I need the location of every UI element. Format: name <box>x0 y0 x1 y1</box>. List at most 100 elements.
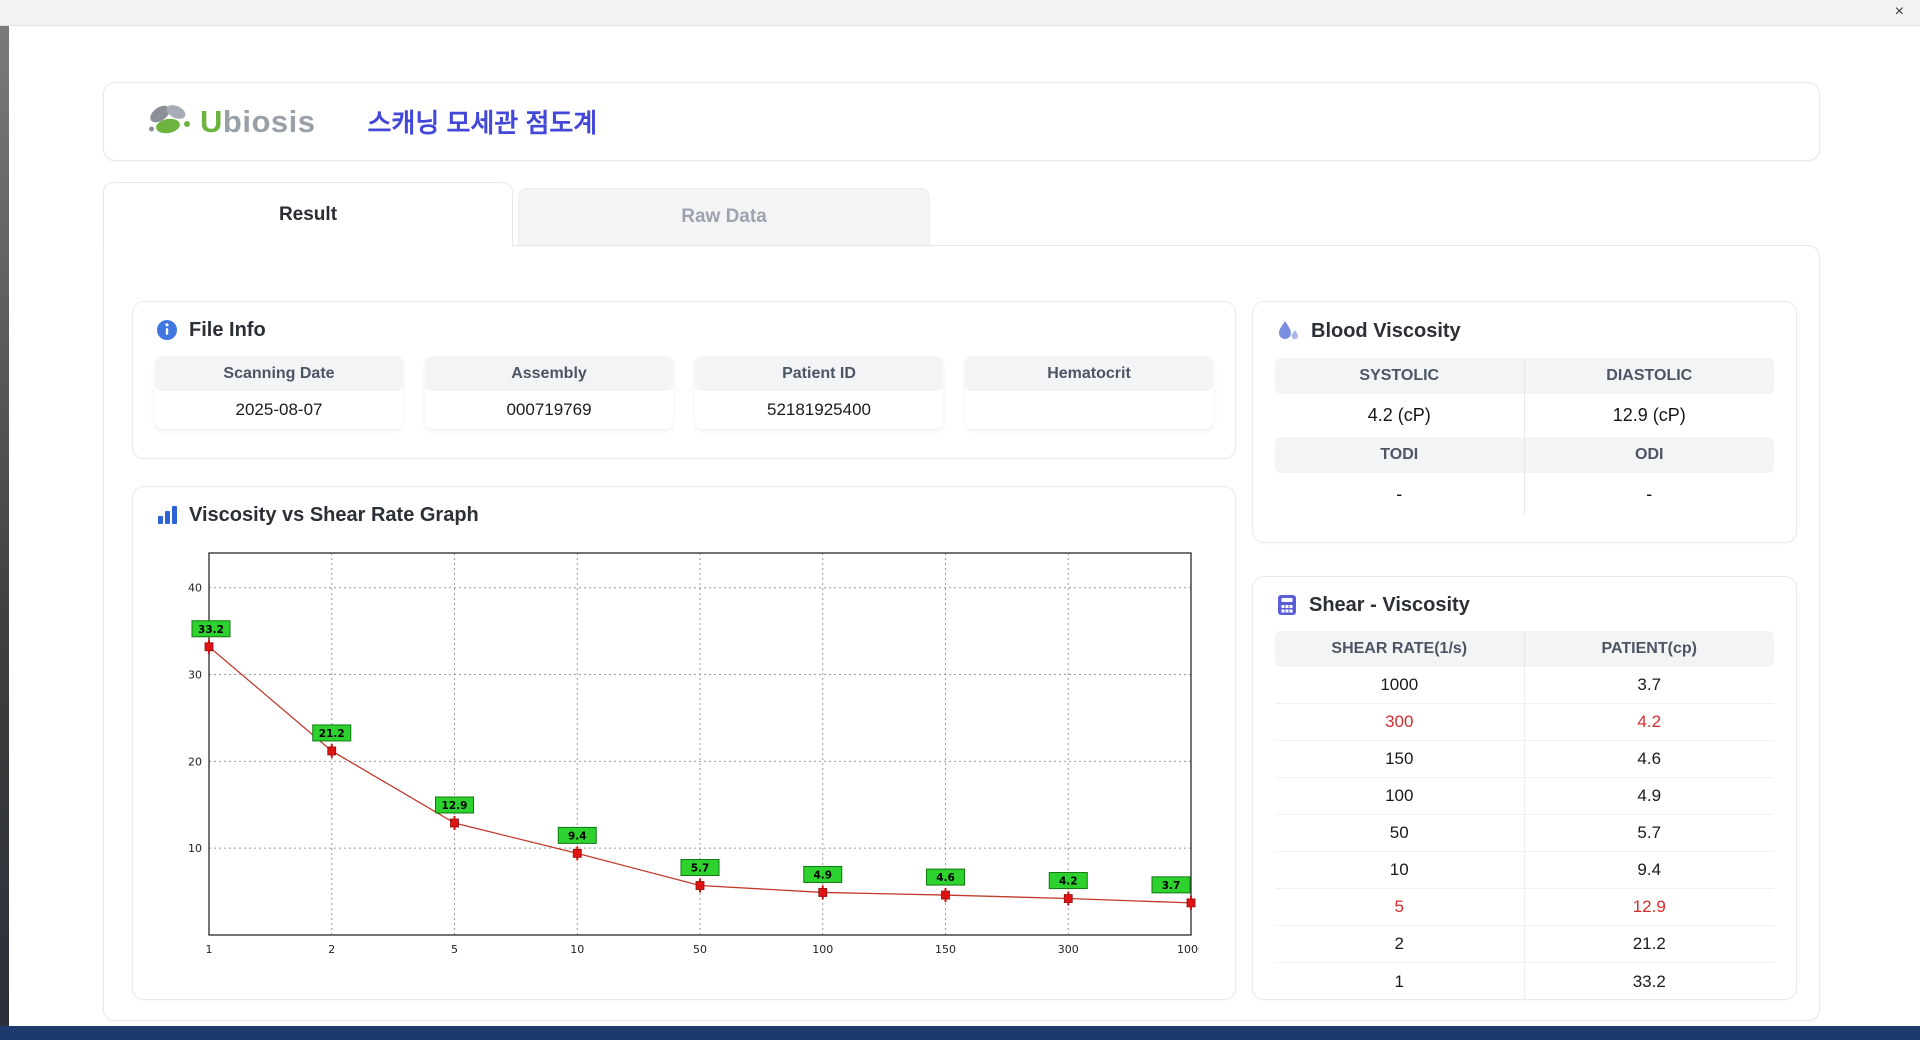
svg-text:9.4: 9.4 <box>568 830 587 842</box>
file-info-grid: Scanning Date 2025-08-07 Assembly 000719769… <box>133 354 1235 429</box>
blood-viscosity-value-row: -- <box>1275 473 1774 516</box>
leaf-cluster-icon <box>149 104 190 133</box>
file-info-field: Hematocrit <box>965 356 1213 429</box>
shear-table-header: SHEAR RATE(1/s) PATIENT(cp) <box>1275 631 1774 667</box>
svg-text:21.2: 21.2 <box>319 728 345 740</box>
graph-panel: Viscosity vs Shear Rate Graph 10 20 30 40 1 2… <box>132 486 1236 1000</box>
blood-viscosity-table: SYSTOLIC DIASTOLIC 4.2 (cP) 12.9 (cP) TODI OD… <box>1275 358 1774 516</box>
blood-viscosity-title-row: Blood Viscosity <box>1253 302 1796 356</box>
shear-viscosity-title: Shear - Viscosity <box>1309 593 1470 616</box>
shear-rate-value: 1 <box>1275 963 1525 1000</box>
svg-text:20: 20 <box>188 755 202 768</box>
shear-viscosity-table: SHEAR RATE(1/s) PATIENT(cp) 1000 3.7 300 4.… <box>1275 631 1774 1000</box>
bv-value-cell: - <box>1275 473 1525 516</box>
tab-bar: Result Raw Data <box>103 182 930 246</box>
table-row: 50 5.7 <box>1275 815 1774 852</box>
bv-value-cell: 12.9 (cP) <box>1524 394 1774 437</box>
file-info-title: File Info <box>189 318 266 341</box>
field-label: Assembly <box>425 356 673 391</box>
patient-value: 4.9 <box>1637 786 1662 805</box>
patient-value: 9.4 <box>1637 860 1662 879</box>
svg-text:10: 10 <box>570 943 584 956</box>
blood-viscosity-header-row: TODI ODI <box>1275 437 1774 473</box>
table-row: 2 21.2 <box>1275 926 1774 963</box>
shear-rate-value: 50 <box>1275 815 1525 851</box>
svg-text:5: 5 <box>451 943 458 956</box>
shear-rate-value: 10 <box>1275 852 1525 888</box>
tab-result[interactable]: Result <box>103 182 513 246</box>
svg-text:150: 150 <box>935 943 956 956</box>
table-row: 1 33.2 <box>1275 963 1774 1000</box>
brand-logo: Ubiosis <box>146 102 315 142</box>
table-row: 5 12.9 <box>1275 889 1774 926</box>
svg-text:40: 40 <box>188 582 202 595</box>
app-header: Ubiosis 스캐닝 모세관 점도계 <box>103 82 1820 161</box>
shear-rate-value: 2 <box>1275 926 1525 962</box>
patient-value: 3.7 <box>1637 675 1662 694</box>
shear-rate-value: 1000 <box>1275 667 1525 703</box>
svg-text:3.7: 3.7 <box>1162 880 1181 892</box>
bv-column-label: ODI <box>1524 437 1774 473</box>
svg-text:100: 100 <box>812 943 833 956</box>
svg-text:2: 2 <box>328 943 335 956</box>
bv-value-cell: - <box>1524 473 1774 516</box>
field-label: Hematocrit <box>965 356 1213 391</box>
shear-table-body: 1000 3.7 300 4.2 150 4.6 100 4.9 50 5.7 10 9.4 5 12.9… <box>1275 667 1774 1000</box>
table-row: 1000 3.7 <box>1275 667 1774 704</box>
shear-viscosity-title-row: Shear - Viscosity <box>1253 577 1796 629</box>
desktop-edge-left <box>0 26 9 1040</box>
field-value: 52181925400 <box>695 391 943 429</box>
app-window: Ubiosis 스캐닝 모세관 점도계 Result Raw Data File… <box>9 26 1920 1026</box>
bv-column-label: DIASTOLIC <box>1524 358 1774 394</box>
svg-text:33.2: 33.2 <box>198 624 224 636</box>
blood-viscosity-title: Blood Viscosity <box>1311 319 1461 342</box>
shear-viscosity-panel: Shear - Viscosity SHEAR RATE(1/s) PATIEN… <box>1252 576 1797 1000</box>
field-label: Patient ID <box>695 356 943 391</box>
field-value <box>965 391 1213 429</box>
field-value: 000719769 <box>425 391 673 429</box>
shear-rate-value: 100 <box>1275 778 1525 814</box>
field-label: Scanning Date <box>155 356 403 391</box>
svg-text:30: 30 <box>188 669 202 682</box>
graph-title: Viscosity vs Shear Rate Graph <box>189 503 479 526</box>
desktop-edge-bottom <box>0 1026 1920 1040</box>
blood-viscosity-value-row: 4.2 (cP) 12.9 (cP) <box>1275 394 1774 437</box>
calculator-icon <box>1278 595 1296 615</box>
window-titlebar: × <box>0 0 1920 26</box>
info-icon <box>157 320 177 340</box>
svg-text:4.2: 4.2 <box>1059 876 1078 888</box>
brand-name: Ubiosis <box>200 103 316 139</box>
svg-text:300: 300 <box>1058 943 1079 956</box>
svg-text:50: 50 <box>693 943 707 956</box>
file-info-title-row: File Info <box>133 302 1235 354</box>
table-row: 300 4.2 <box>1275 704 1774 741</box>
patient-column-header: PATIENT(cp) <box>1601 640 1697 657</box>
svg-text:1: 1 <box>206 943 213 956</box>
blood-viscosity-panel: Blood Viscosity SYSTOLIC DIASTOLIC 4.2 (cP… <box>1252 301 1797 543</box>
file-info-field: Assembly 000719769 <box>425 356 673 429</box>
page-title: 스캐닝 모세관 점도계 <box>367 108 598 138</box>
shear-rate-value: 300 <box>1275 704 1525 740</box>
close-icon[interactable]: × <box>1895 3 1904 21</box>
bv-column-label: TODI <box>1275 437 1525 473</box>
patient-value: 12.9 <box>1632 897 1666 916</box>
svg-text:10: 10 <box>188 842 202 855</box>
patient-value: 4.2 <box>1637 712 1662 731</box>
shear-rate-value: 150 <box>1275 741 1525 777</box>
bv-column-label: SYSTOLIC <box>1275 358 1525 394</box>
svg-text:5.7: 5.7 <box>691 863 710 875</box>
shear-rate-column-header: SHEAR RATE(1/s) <box>1275 631 1525 667</box>
bar-chart-icon <box>158 506 177 524</box>
file-info-panel: File Info Scanning Date 2025-08-07 Assembl… <box>132 301 1236 459</box>
viscosity-chart-svg: 10 20 30 40 1 2 5 10 50 100 150 300 1000 33.2 21.2 12.9… <box>188 552 1199 956</box>
table-row: 10 9.4 <box>1275 852 1774 889</box>
table-row: 150 4.6 <box>1275 741 1774 778</box>
tab-raw-data[interactable]: Raw Data <box>518 188 930 245</box>
svg-text:4.6: 4.6 <box>936 872 955 884</box>
graph-title-row: Viscosity vs Shear Rate Graph <box>133 487 1235 539</box>
patient-value: 4.6 <box>1637 749 1662 768</box>
patient-value: 33.2 <box>1632 971 1666 991</box>
shear-rate-value: 5 <box>1275 889 1525 925</box>
field-value: 2025-08-07 <box>155 391 403 429</box>
droplet-icon <box>1279 321 1298 340</box>
